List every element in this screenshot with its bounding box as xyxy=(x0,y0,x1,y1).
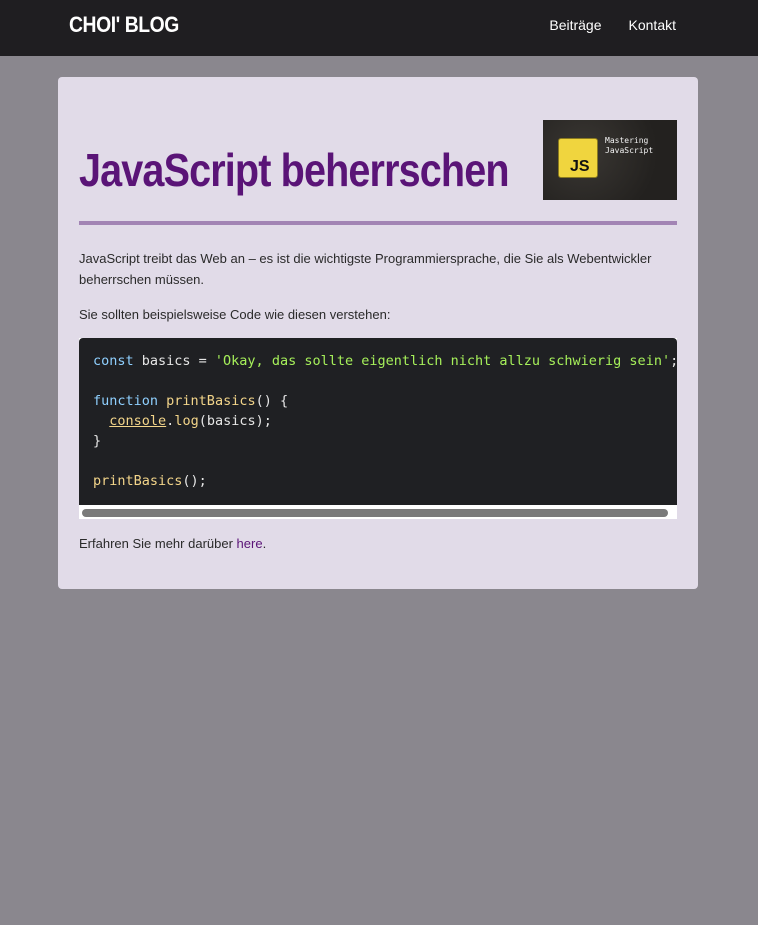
nav-link-posts[interactable]: Beiträge xyxy=(549,17,601,33)
code-object: console xyxy=(109,413,167,429)
code-function-name: printBasics xyxy=(166,393,256,409)
post-thumbnail-image: JS Mastering JavaScript xyxy=(543,120,677,200)
code-content: const basics = 'Okay, das sollte eigentl… xyxy=(93,351,677,491)
title-divider xyxy=(79,221,677,225)
code-text: (basics); xyxy=(198,413,272,429)
js-logo-icon: JS xyxy=(558,138,598,178)
main-nav: Beiträge Kontakt xyxy=(549,17,676,33)
post-outro-paragraph: Erfahren Sie mehr darüber here. xyxy=(79,533,677,554)
code-text: ; xyxy=(670,353,677,369)
code-string: 'Okay, das sollte eigentlich nicht allzu… xyxy=(214,353,671,369)
js-logo-text: JS xyxy=(570,158,590,175)
thumbnail-caption-line1: Mastering xyxy=(605,136,649,145)
code-text: } xyxy=(93,433,102,449)
post-title: JavaScript beherrschen xyxy=(79,144,510,196)
top-navigation-bar: CHOI' BLOG Beiträge Kontakt xyxy=(0,0,758,56)
outro-text: Erfahren Sie mehr darüber xyxy=(79,536,237,551)
outro-end: . xyxy=(262,536,267,551)
code-function-call: printBasics xyxy=(93,473,183,489)
code-block-container: const basics = 'Okay, das sollte eigentl… xyxy=(79,338,677,519)
post-intro-paragraph: JavaScript treibt das Web an – es ist di… xyxy=(79,251,652,287)
code-horizontal-scrollbar[interactable] xyxy=(82,509,668,517)
code-keyword: function xyxy=(93,393,159,409)
code-text: basics = xyxy=(133,353,215,369)
learn-more-link[interactable]: here xyxy=(237,536,263,551)
thumbnail-caption: Mastering JavaScript xyxy=(605,136,675,156)
thumbnail-caption-line2: JavaScript xyxy=(605,146,654,155)
blog-logo-link[interactable]: CHOI' BLOG xyxy=(69,12,179,38)
nav-link-contact[interactable]: Kontakt xyxy=(629,17,676,33)
code-block: const basics = 'Okay, das sollte eigentl… xyxy=(79,338,677,505)
post-lead-paragraph: Sie sollten beispielsweise Code wie dies… xyxy=(79,307,391,322)
post-card: JavaScript beherrschen JS Mastering Java… xyxy=(58,77,698,589)
code-method: log xyxy=(174,413,199,429)
code-text: (); xyxy=(182,473,207,489)
code-text: () { xyxy=(255,393,289,409)
code-keyword: const xyxy=(93,353,134,369)
